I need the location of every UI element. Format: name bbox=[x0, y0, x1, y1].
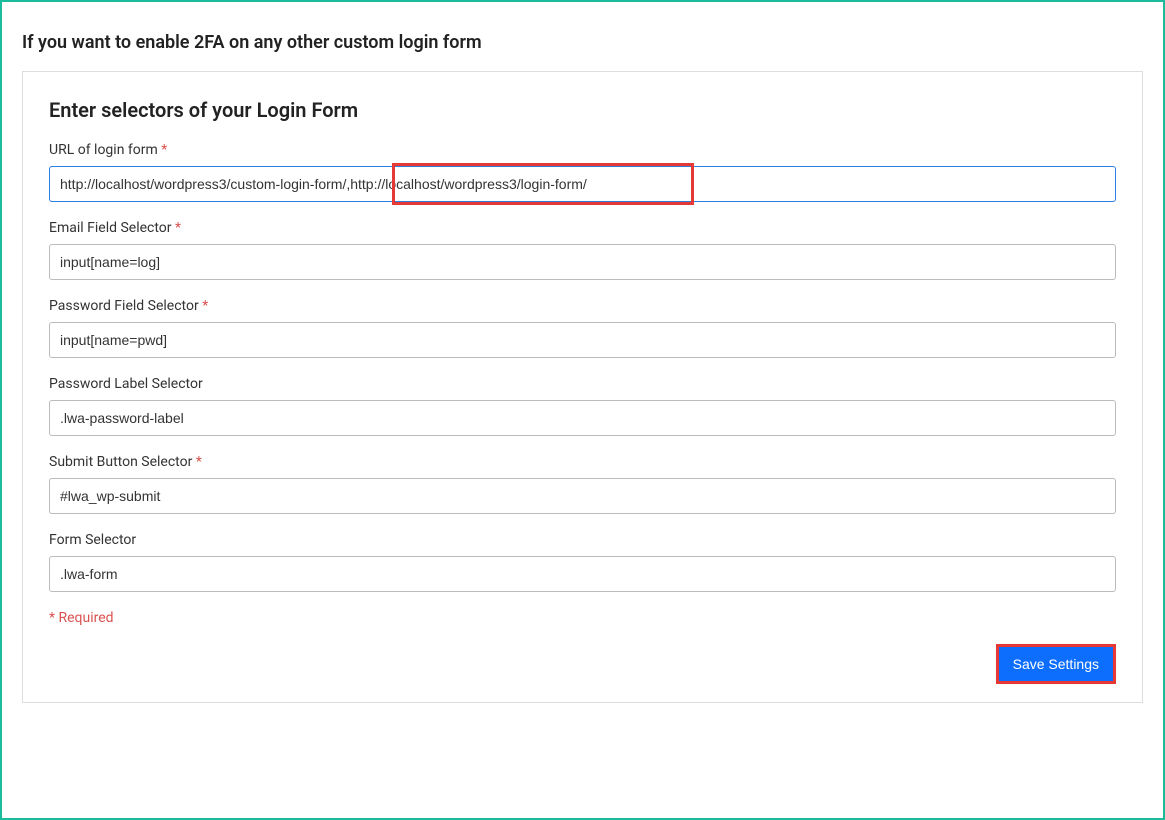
url-label-text: URL of login form bbox=[49, 142, 158, 158]
password-label-selector-label: Password Label Selector bbox=[49, 376, 1116, 392]
form-selector-label-text: Form Selector bbox=[49, 532, 136, 548]
form-heading: Enter selectors of your Login Form bbox=[49, 98, 1116, 122]
required-indicator: * bbox=[172, 220, 182, 236]
form-selector-input[interactable] bbox=[49, 556, 1116, 592]
email-selector-input[interactable] bbox=[49, 244, 1116, 280]
url-input[interactable] bbox=[49, 166, 1116, 202]
submit-selector-label: Submit Button Selector * bbox=[49, 454, 1116, 470]
url-field-label: URL of login form * bbox=[49, 142, 1116, 158]
password-selector-field-group: Password Field Selector * bbox=[49, 298, 1116, 358]
password-selector-label: Password Field Selector * bbox=[49, 298, 1116, 314]
section-title: If you want to enable 2FA on any other c… bbox=[22, 32, 1143, 53]
password-selector-input[interactable] bbox=[49, 322, 1116, 358]
submit-selector-field-group: Submit Button Selector * bbox=[49, 454, 1116, 514]
submit-selector-label-text: Submit Button Selector bbox=[49, 454, 192, 470]
email-selector-label: Email Field Selector * bbox=[49, 220, 1116, 236]
submit-selector-input[interactable] bbox=[49, 478, 1116, 514]
required-indicator: * bbox=[192, 454, 202, 470]
save-settings-button[interactable]: Save Settings bbox=[999, 647, 1113, 681]
required-indicator: * bbox=[199, 298, 209, 314]
password-selector-label-text: Password Field Selector bbox=[49, 298, 199, 314]
button-row: Save Settings bbox=[49, 644, 1116, 684]
login-form-selectors-panel: Enter selectors of your Login Form URL o… bbox=[22, 71, 1143, 703]
password-label-selector-label-text: Password Label Selector bbox=[49, 376, 203, 392]
required-indicator: * bbox=[158, 142, 168, 158]
password-label-selector-input[interactable] bbox=[49, 400, 1116, 436]
save-button-highlight: Save Settings bbox=[996, 644, 1116, 684]
email-selector-field-group: Email Field Selector * bbox=[49, 220, 1116, 280]
url-field-group: URL of login form * bbox=[49, 142, 1116, 202]
form-selector-label: Form Selector bbox=[49, 532, 1116, 548]
password-label-selector-field-group: Password Label Selector bbox=[49, 376, 1116, 436]
required-note: * Required bbox=[49, 610, 1116, 626]
email-selector-label-text: Email Field Selector bbox=[49, 220, 172, 236]
form-selector-field-group: Form Selector bbox=[49, 532, 1116, 592]
